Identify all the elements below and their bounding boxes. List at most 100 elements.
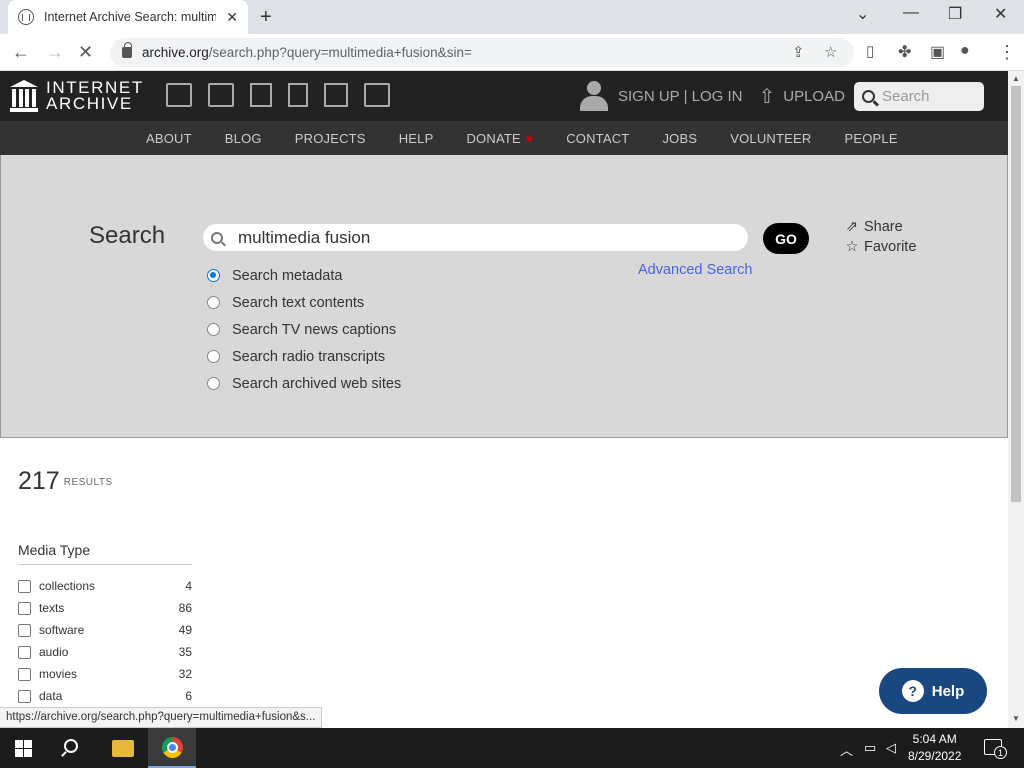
- help-button[interactable]: ? Help: [879, 668, 987, 714]
- search-option[interactable]: Search radio transcripts: [207, 343, 401, 370]
- tab-strip: Internet Archive Search: multime ✕ + ⌄ —…: [0, 0, 1024, 34]
- forward-icon[interactable]: →: [46, 42, 64, 63]
- nav-about[interactable]: ABOUT: [146, 131, 192, 146]
- facet-item[interactable]: audio 35: [18, 641, 192, 663]
- share-page-icon[interactable]: ⇪: [792, 43, 805, 61]
- new-tab-icon[interactable]: +: [260, 6, 272, 29]
- texts-book-icon[interactable]: [208, 83, 234, 107]
- facet-checkbox[interactable]: [18, 667, 31, 681]
- radio-button[interactable]: [207, 269, 220, 282]
- upload-button[interactable]: ⇧ UPLOAD: [758, 84, 844, 109]
- nav-projects[interactable]: PROJECTS: [295, 131, 366, 146]
- facet-count: 4: [185, 579, 192, 593]
- menu-icon[interactable]: ⋮: [998, 42, 1016, 63]
- software-floppy-icon[interactable]: [324, 83, 348, 107]
- search-option-label: Search metadata: [232, 267, 343, 284]
- facet-label: software: [39, 623, 85, 637]
- clock-date: 8/29/2022: [908, 749, 962, 763]
- images-icon[interactable]: [364, 83, 390, 107]
- clipboard-icon[interactable]: ▯: [866, 42, 874, 60]
- browser-tab[interactable]: Internet Archive Search: multime ✕: [8, 0, 248, 34]
- minimize-icon[interactable]: —: [903, 4, 919, 22]
- radio-button[interactable]: [207, 296, 220, 309]
- video-film-icon[interactable]: [250, 83, 272, 107]
- file-explorer-icon[interactable]: [112, 740, 134, 757]
- facet-item[interactable]: data 6: [18, 685, 192, 707]
- nav-people[interactable]: PEOPLE: [844, 131, 897, 146]
- search-option-label: Search archived web sites: [232, 375, 402, 392]
- favorite-button[interactable]: ☆ Favorite: [844, 237, 917, 257]
- nav-contact[interactable]: CONTACT: [566, 131, 629, 146]
- upload-label: UPLOAD: [783, 87, 845, 105]
- heart-icon: ♥: [525, 131, 534, 146]
- restore-icon[interactable]: ❐: [948, 4, 962, 24]
- go-button[interactable]: GO: [763, 223, 809, 254]
- network-icon[interactable]: ▭: [864, 740, 876, 756]
- close-window-icon[interactable]: ✕: [994, 4, 1007, 24]
- facet-checkbox[interactable]: [18, 623, 31, 637]
- internet-archive-logo[interactable]: INTERNET ARCHIVE: [10, 79, 144, 112]
- search-option[interactable]: Search archived web sites: [207, 370, 401, 397]
- facet-checkbox[interactable]: [18, 689, 31, 703]
- temple-icon: [10, 80, 38, 112]
- media-type-icons: [166, 83, 390, 107]
- search-option[interactable]: Search metadata: [207, 262, 401, 289]
- back-icon[interactable]: ←: [12, 42, 30, 63]
- facet-label: audio: [39, 645, 69, 659]
- search-option[interactable]: Search TV news captions: [207, 316, 401, 343]
- nav-help[interactable]: HELP: [399, 131, 434, 146]
- share-button[interactable]: ⇗ Share: [844, 217, 916, 237]
- scrollbar-thumb[interactable]: [1011, 86, 1021, 502]
- search-icon: [211, 231, 223, 244]
- stop-icon[interactable]: ✕: [78, 42, 93, 63]
- tray-chevron-icon[interactable]: ︿: [840, 740, 853, 759]
- nav-jobs[interactable]: JOBS: [662, 131, 697, 146]
- search-option-label: Search TV news captions: [232, 321, 397, 338]
- taskbar-search-icon[interactable]: [64, 739, 78, 753]
- header-search-input[interactable]: Search: [854, 82, 984, 111]
- system-clock[interactable]: 5:04 AM 8/29/2022: [908, 731, 961, 765]
- facet-checkbox[interactable]: [18, 579, 31, 593]
- question-icon: ?: [901, 680, 924, 702]
- search-scope-options: Search metadata Search text contents Sea…: [207, 262, 401, 397]
- user-avatar-icon[interactable]: [580, 81, 608, 111]
- audio-speaker-icon[interactable]: [288, 83, 308, 107]
- notifications-icon[interactable]: 1: [984, 739, 1007, 759]
- page-scrollbar[interactable]: ▲ ▼: [1008, 71, 1024, 728]
- facet-checkbox[interactable]: [18, 645, 31, 659]
- facet-item[interactable]: collections 4: [18, 575, 192, 597]
- facet-item[interactable]: texts 86: [18, 597, 192, 619]
- scroll-down-icon[interactable]: ▼: [1012, 714, 1020, 723]
- extensions-icon[interactable]: ✤: [898, 42, 911, 62]
- search-option[interactable]: Search text contents: [207, 289, 401, 316]
- bookmark-star-icon[interactable]: ☆: [824, 43, 837, 61]
- facet-count: 86: [178, 601, 192, 615]
- nav-volunteer[interactable]: VOLUNTEER: [730, 131, 811, 146]
- windows-start-icon[interactable]: [15, 740, 32, 757]
- advanced-search-link[interactable]: Advanced Search: [638, 262, 752, 278]
- nav-blog[interactable]: BLOG: [225, 131, 262, 146]
- tab-search-icon[interactable]: ⌄: [856, 4, 869, 24]
- radio-button[interactable]: [207, 323, 220, 336]
- address-bar[interactable]: archive.org/search.php?query=multimedia+…: [110, 38, 854, 67]
- facet-item[interactable]: movies 32: [18, 663, 192, 685]
- main-search-input[interactable]: multimedia fusion: [203, 224, 748, 251]
- radio-button[interactable]: [207, 377, 220, 390]
- scroll-up-icon[interactable]: ▲: [1012, 74, 1020, 83]
- close-tab-icon[interactable]: ✕: [226, 9, 238, 26]
- chrome-icon: [162, 737, 183, 758]
- facet-checkbox[interactable]: [18, 601, 31, 615]
- volume-icon[interactable]: ◁: [886, 740, 896, 756]
- link-status-bar: https://archive.org/search.php?query=mul…: [0, 707, 323, 728]
- side-panel-icon[interactable]: ▣: [930, 42, 945, 62]
- search-option-label: Search text contents: [232, 294, 365, 311]
- radio-button[interactable]: [207, 350, 220, 363]
- nav-donate-label: DONATE: [466, 130, 521, 146]
- profile-icon[interactable]: ●: [960, 42, 970, 60]
- chrome-taskbar-button[interactable]: [148, 728, 196, 768]
- help-label: Help: [931, 682, 965, 700]
- sign-up-log-in-link[interactable]: SIGN UP | LOG IN: [618, 88, 742, 105]
- facet-item[interactable]: software 49: [18, 619, 192, 641]
- nav-donate[interactable]: DONATE ♥: [466, 131, 533, 146]
- web-icon[interactable]: [166, 83, 192, 107]
